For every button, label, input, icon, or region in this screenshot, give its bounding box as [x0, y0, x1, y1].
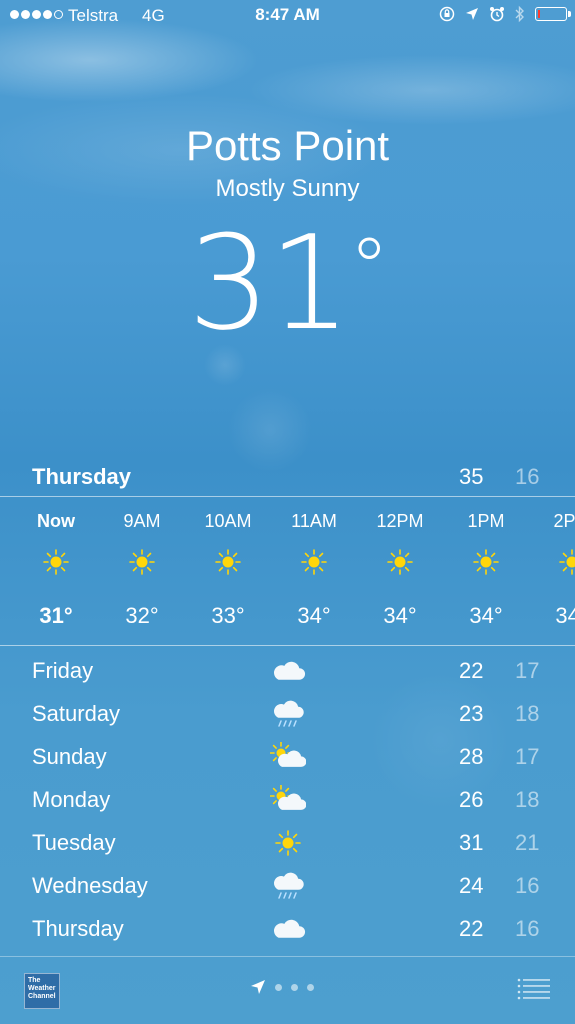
- sun-icon: [41, 547, 71, 577]
- sun-icon: [270, 828, 306, 858]
- daily-low-temp: 18: [515, 787, 540, 812]
- hourly-temp: 34°: [383, 603, 417, 628]
- logo-text-line: Channel: [28, 993, 56, 1000]
- sun-icon: [385, 547, 415, 577]
- daily-high-temp: 31: [459, 830, 484, 855]
- status-icons: [439, 5, 571, 23]
- battery-icon: [535, 7, 571, 21]
- daily-day-name: Wednesday: [32, 873, 148, 898]
- sun-icon: [557, 547, 575, 577]
- daily-high-temp: 26: [459, 787, 484, 812]
- daily-day-name: Sunday: [32, 744, 107, 769]
- daily-day-name: Saturday: [32, 701, 121, 726]
- sun-icon: [127, 547, 157, 577]
- list-icon[interactable]: [517, 977, 551, 1001]
- partly-cloudy-icon: [269, 784, 307, 815]
- rain-cloud-icon: [270, 871, 306, 901]
- logo-text-line: The: [28, 977, 41, 984]
- degree-symbol: °: [349, 221, 389, 314]
- cloud-icon: [270, 914, 306, 944]
- daily-high-temp: 28: [459, 744, 484, 769]
- hourly-time: 2PM: [553, 511, 575, 531]
- page-dot: [291, 983, 298, 991]
- hourly-time: 9AM: [123, 511, 161, 531]
- hourly-time: 11AM: [291, 511, 337, 531]
- partly-cloudy-icon: [269, 741, 307, 772]
- today-summary-row: Thursday 35 16: [0, 460, 575, 496]
- daily-low-temp: 16: [515, 873, 540, 898]
- status-bar: Telstra 4G 8:47 AM: [0, 0, 575, 32]
- daily-day-name: Thursday: [32, 916, 124, 941]
- daily-low-temp: 17: [515, 658, 540, 683]
- daily-row: Monday 26 18: [0, 779, 575, 822]
- hourly-temp: 34°: [469, 603, 503, 628]
- hourly-temp: 34°: [555, 603, 575, 628]
- sun-icon: [213, 547, 243, 577]
- daily-day-name: Monday: [32, 787, 111, 812]
- today-day-label: Thursday: [32, 464, 132, 489]
- rain-cloud-icon: [270, 699, 306, 729]
- sun-icon: [299, 547, 329, 577]
- daily-low-temp: 18: [515, 701, 540, 726]
- daily-row: Wednesday 24 16: [0, 865, 575, 908]
- divider-hourly: [0, 645, 575, 646]
- hourly-forecast[interactable]: Now 31° 9AM 32° 10AM 33° 11AM 34° 12PM 34° 1PM 34° 2…: [0, 497, 575, 645]
- daily-high-temp: 23: [459, 701, 484, 726]
- hourly-time: Now: [37, 511, 75, 531]
- location-services-icon: [466, 8, 478, 20]
- current-temperature-value: 31: [187, 207, 351, 359]
- today-low-temp: 16: [515, 464, 540, 489]
- sun-icon: [471, 547, 501, 577]
- page-indicator[interactable]: [250, 979, 314, 995]
- current-temperature: 31°: [0, 218, 575, 348]
- page-dot: [307, 983, 314, 991]
- today-high-temp: 35: [459, 464, 484, 489]
- daily-row: Friday 22 17: [0, 650, 575, 693]
- daily-high-temp: 24: [459, 873, 484, 898]
- alarm-icon: [490, 7, 504, 22]
- daily-row: Thursday 22 16: [0, 908, 575, 951]
- daily-low-temp: 21: [515, 830, 540, 855]
- daily-high-temp: 22: [459, 916, 484, 941]
- daily-row: Saturday 23 18: [0, 693, 575, 736]
- hourly-temp: 34°: [297, 603, 331, 628]
- daily-row: Sunday 28 17: [0, 736, 575, 779]
- cloud-icon: [270, 656, 306, 686]
- hourly-temp: 31°: [39, 603, 73, 628]
- orientation-lock-icon: [439, 6, 455, 22]
- daily-day-name: Friday: [32, 658, 94, 683]
- hourly-temp: 33°: [211, 603, 245, 628]
- bottom-bar: The Weather Channel: [0, 957, 575, 1024]
- weather-condition: Mostly Sunny: [215, 175, 360, 202]
- daily-low-temp: 17: [515, 744, 540, 769]
- hourly-time: 10AM: [204, 511, 252, 531]
- daily-row: Tuesday 31 21: [0, 822, 575, 865]
- hourly-time: 1PM: [467, 511, 505, 531]
- page-dot: [275, 983, 282, 991]
- weather-channel-logo[interactable]: The Weather Channel: [24, 973, 60, 1009]
- daily-high-temp: 22: [459, 658, 484, 683]
- city-name: Potts Point: [185, 122, 390, 169]
- hourly-time: 12PM: [376, 511, 424, 531]
- daily-low-temp: 16: [515, 916, 540, 941]
- hourly-temp: 32°: [125, 603, 159, 628]
- battery-level: [538, 10, 540, 18]
- logo-text-line: Weather: [28, 985, 56, 992]
- location-arrow-icon: [251, 980, 265, 994]
- daily-day-name: Tuesday: [32, 830, 116, 855]
- bluetooth-icon: [515, 5, 524, 23]
